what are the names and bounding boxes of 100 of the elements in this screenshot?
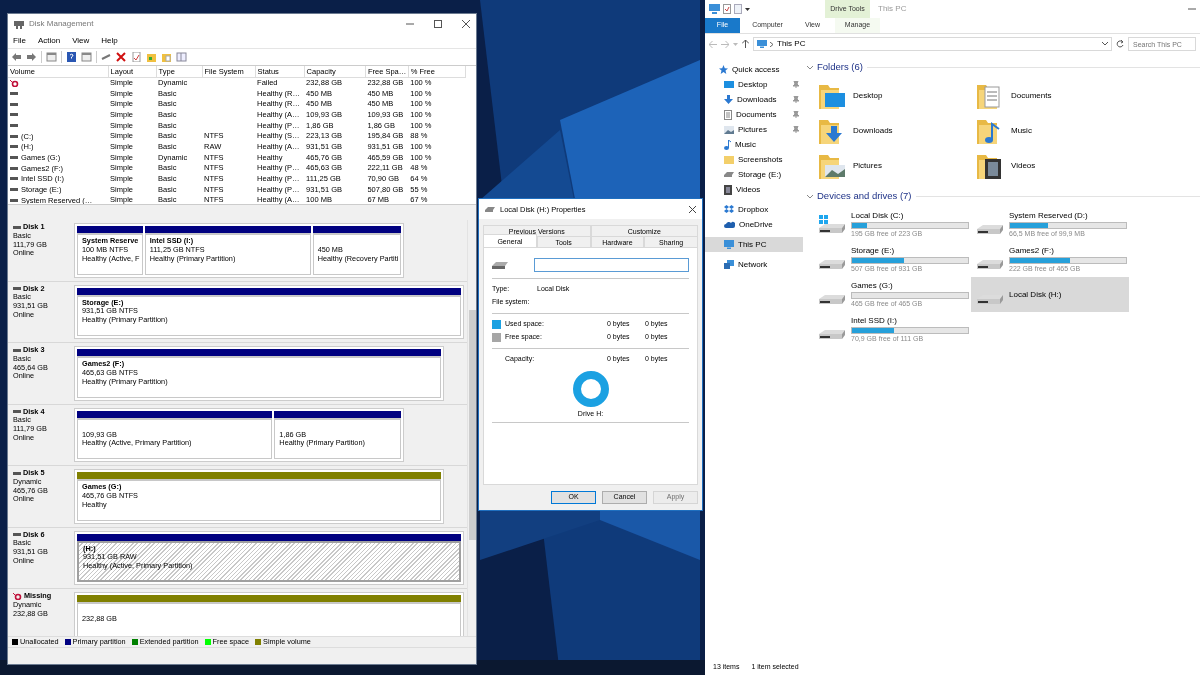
section-heading[interactable]: Devices and drives (7) xyxy=(817,190,912,202)
folder-label[interactable]: Desktop xyxy=(853,90,883,101)
nav-item[interactable]: Dropbox xyxy=(705,202,803,217)
back-icon[interactable] xyxy=(11,52,22,62)
folder-icon[interactable] xyxy=(161,52,172,62)
disk-management-icon xyxy=(14,19,24,29)
nav-label: Dropbox xyxy=(738,204,769,215)
properties-icon[interactable] xyxy=(81,52,92,62)
minimize-icon[interactable] xyxy=(1188,5,1196,13)
nav-item[interactable]: Music xyxy=(705,137,803,152)
forward-icon[interactable] xyxy=(26,52,37,62)
maximize-icon[interactable] xyxy=(434,20,442,28)
help-icon[interactable] xyxy=(66,52,77,62)
computer-icon[interactable] xyxy=(709,4,720,14)
drive-label: Local Disk (C:) xyxy=(851,211,905,221)
close-icon[interactable] xyxy=(689,205,696,213)
window-title: Disk Management xyxy=(29,19,94,29)
nav-item[interactable]: Pictures xyxy=(705,122,803,137)
drive-label: Intel SSD (I:) xyxy=(851,316,898,326)
chevron-icon[interactable] xyxy=(807,193,813,199)
dropdown-icon[interactable] xyxy=(1102,42,1108,46)
refresh-icon[interactable] xyxy=(1116,40,1124,48)
window-title: This PC xyxy=(877,3,907,16)
music-note-icon xyxy=(724,139,731,150)
document-icon xyxy=(724,109,732,120)
nav-label: This PC xyxy=(738,239,767,250)
folder-label[interactable]: Documents xyxy=(1011,90,1052,101)
delete-icon[interactable] xyxy=(116,52,127,62)
check-icon[interactable] xyxy=(131,52,142,62)
console-icon[interactable] xyxy=(46,52,57,62)
drive-icon xyxy=(724,172,734,177)
nav-item[interactable]: Downloads xyxy=(705,92,803,107)
folder-label[interactable]: Downloads xyxy=(853,125,893,136)
nav-label: Pictures xyxy=(738,124,767,135)
nav-item[interactable]: Network xyxy=(705,257,803,272)
caret-icon[interactable] xyxy=(745,7,750,11)
drive-icon xyxy=(977,295,1003,304)
section-heading[interactable]: Folders (6) xyxy=(817,61,863,73)
nav-label: Desktop xyxy=(738,79,768,90)
folder-label[interactable]: Music xyxy=(1011,125,1032,136)
network-icon xyxy=(724,260,734,269)
picture-icon xyxy=(724,125,734,134)
menu-item[interactable]: View xyxy=(72,36,90,46)
drive-label: Games (G:) xyxy=(851,281,894,291)
minimize-icon[interactable] xyxy=(406,20,414,28)
film-icon xyxy=(724,184,732,195)
nav-label: Network xyxy=(738,259,768,270)
nav-item[interactable]: This PC xyxy=(705,237,803,252)
scrollbar[interactable] xyxy=(467,220,476,636)
nav-label: Quick access xyxy=(732,64,780,75)
drive-label: Storage (E:) xyxy=(851,246,896,256)
drive-tile[interactable]: Local Disk (H:) xyxy=(971,277,1129,312)
folder-icon xyxy=(724,155,734,164)
folder-label[interactable]: Pictures xyxy=(853,160,882,171)
system-drive-icon xyxy=(817,215,847,234)
chevron-icon[interactable] xyxy=(807,64,813,70)
drive-label: Games2 (F:) xyxy=(1009,246,1055,256)
properties-icon[interactable] xyxy=(723,4,731,14)
drive-icon xyxy=(977,260,1003,269)
drive-icon xyxy=(492,261,508,269)
connect-icon[interactable] xyxy=(101,52,112,62)
nav-label: Music xyxy=(735,139,756,150)
download-icon xyxy=(724,95,733,104)
drive-label: System Reserved (D:) xyxy=(1009,211,1089,221)
drive-icon xyxy=(819,295,845,304)
nav-item[interactable]: Quick access xyxy=(705,62,803,77)
menu-item[interactable]: File xyxy=(13,36,26,46)
drive-icon xyxy=(819,330,845,339)
nav-label: Screenshots xyxy=(738,154,783,165)
back-icon[interactable] xyxy=(709,40,717,48)
nav-label: Documents xyxy=(736,109,777,120)
cloud-icon xyxy=(724,221,735,228)
chevron-icon xyxy=(770,41,774,47)
nav-label: OneDrive xyxy=(739,219,773,230)
drive-icon xyxy=(819,260,845,269)
nav-item[interactable]: OneDrive xyxy=(705,217,803,232)
nav-item[interactable]: Screenshots xyxy=(705,152,803,167)
star-icon xyxy=(719,65,728,74)
close-icon[interactable] xyxy=(462,20,470,28)
view-icon[interactable] xyxy=(176,52,187,62)
up-icon[interactable] xyxy=(742,40,749,48)
name-field[interactable] xyxy=(534,258,689,272)
drive-label: Local Disk (H:) xyxy=(1009,289,1062,300)
folder-label[interactable]: Videos xyxy=(1011,160,1036,171)
nav-item[interactable]: Videos xyxy=(705,182,803,197)
nav-item[interactable]: Storage (E:) xyxy=(705,167,803,182)
nav-label: Videos xyxy=(736,184,761,195)
nav-label: Downloads xyxy=(737,94,777,105)
nav-item[interactable]: Documents xyxy=(705,107,803,122)
capacity-ring xyxy=(571,370,610,408)
computer-icon xyxy=(724,240,734,249)
drive-icon xyxy=(977,225,1003,234)
dropbox-icon xyxy=(724,205,734,214)
menu-item[interactable]: Help xyxy=(101,36,118,46)
drive-icon xyxy=(485,206,495,212)
nav-item[interactable]: Desktop xyxy=(705,77,803,92)
address-bar[interactable]: This PC xyxy=(753,37,1112,51)
menu-item[interactable]: Action xyxy=(37,36,61,46)
forward-icon[interactable] xyxy=(721,40,729,48)
folder-icon[interactable] xyxy=(146,52,157,62)
